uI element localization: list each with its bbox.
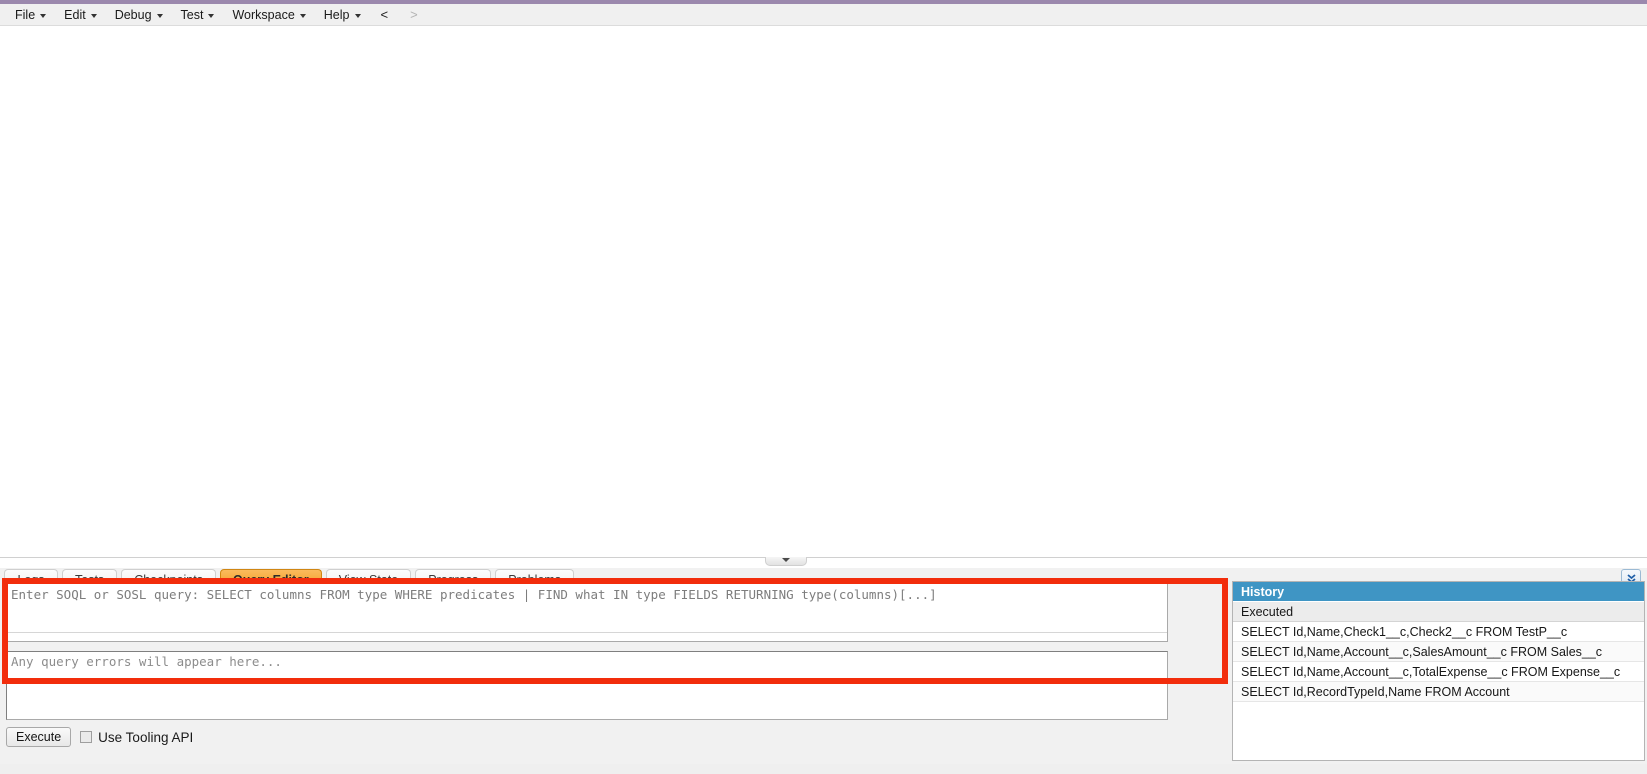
menu-file[interactable]: File bbox=[6, 5, 55, 25]
developer-console-window: File Edit Debug Test Workspace Help < > bbox=[0, 0, 1647, 774]
execute-button-label: Execute bbox=[16, 730, 62, 744]
chevron-down-icon bbox=[354, 13, 361, 18]
splitter-collapse-handle[interactable] bbox=[765, 557, 807, 566]
query-error-area[interactable]: Any query errors will appear here... bbox=[6, 651, 1168, 720]
menu-edit-label: Edit bbox=[64, 7, 86, 22]
use-tooling-api-label: Use Tooling API bbox=[98, 729, 194, 745]
menu-test-label: Test bbox=[180, 7, 204, 22]
soql-query-input[interactable]: Enter SOQL or SOSL query: SELECT columns… bbox=[6, 582, 1168, 642]
query-action-row: Execute Use Tooling API bbox=[6, 727, 193, 747]
nav-back-button[interactable]: < bbox=[370, 5, 400, 25]
history-row[interactable]: SELECT Id,RecordTypeId,Name FROM Account bbox=[1233, 682, 1644, 702]
history-row[interactable]: SELECT Id,Name,Account__c,TotalExpense__… bbox=[1233, 662, 1644, 682]
query-editor-pane: Enter SOQL or SOSL query: SELECT columns… bbox=[2, 581, 1172, 761]
main-menu-bar: File Edit Debug Test Workspace Help < > bbox=[0, 4, 1647, 26]
nav-forward-button[interactable]: > bbox=[399, 5, 429, 25]
chevron-down-icon bbox=[299, 13, 306, 18]
source-editor-area[interactable] bbox=[0, 26, 1647, 557]
chevron-down-icon bbox=[40, 13, 47, 18]
menu-debug[interactable]: Debug bbox=[106, 5, 172, 25]
triangle-down-icon bbox=[782, 558, 790, 562]
use-tooling-api-checkbox[interactable]: Use Tooling API bbox=[80, 730, 193, 745]
status-strip bbox=[0, 764, 1647, 774]
menu-workspace-label: Workspace bbox=[232, 7, 295, 22]
history-row[interactable]: SELECT Id,Name,Account__c,SalesAmount__c… bbox=[1233, 642, 1644, 662]
chevron-down-icon bbox=[156, 13, 163, 18]
menu-edit[interactable]: Edit bbox=[55, 5, 106, 25]
checkbox-box-icon bbox=[80, 731, 93, 743]
menu-help[interactable]: Help bbox=[315, 5, 370, 25]
query-input-divider bbox=[7, 632, 1167, 633]
bottom-panel: Logs Tests Checkpoints Query Editor View… bbox=[0, 568, 1647, 774]
history-column-header-executed[interactable]: Executed bbox=[1233, 602, 1644, 622]
execute-button[interactable]: Execute bbox=[6, 727, 72, 747]
chevron-down-icon bbox=[90, 13, 97, 18]
menu-help-label: Help bbox=[323, 7, 350, 22]
menu-debug-label: Debug bbox=[114, 7, 152, 22]
history-title: History bbox=[1233, 582, 1644, 602]
menu-workspace[interactable]: Workspace bbox=[223, 5, 314, 25]
menu-test[interactable]: Test bbox=[172, 5, 224, 25]
chevron-down-icon bbox=[208, 13, 215, 18]
soql-query-placeholder-text: Enter SOQL or SOSL query: SELECT columns… bbox=[11, 587, 937, 602]
splitter-line bbox=[0, 557, 1647, 558]
query-error-placeholder-text: Any query errors will appear here... bbox=[11, 654, 282, 669]
menu-file-label: File bbox=[15, 7, 36, 22]
history-row[interactable]: SELECT Id,Name,Check1__c,Check2__c FROM … bbox=[1233, 622, 1644, 642]
query-history-panel: History Executed SELECT Id,Name,Check1__… bbox=[1232, 581, 1645, 761]
